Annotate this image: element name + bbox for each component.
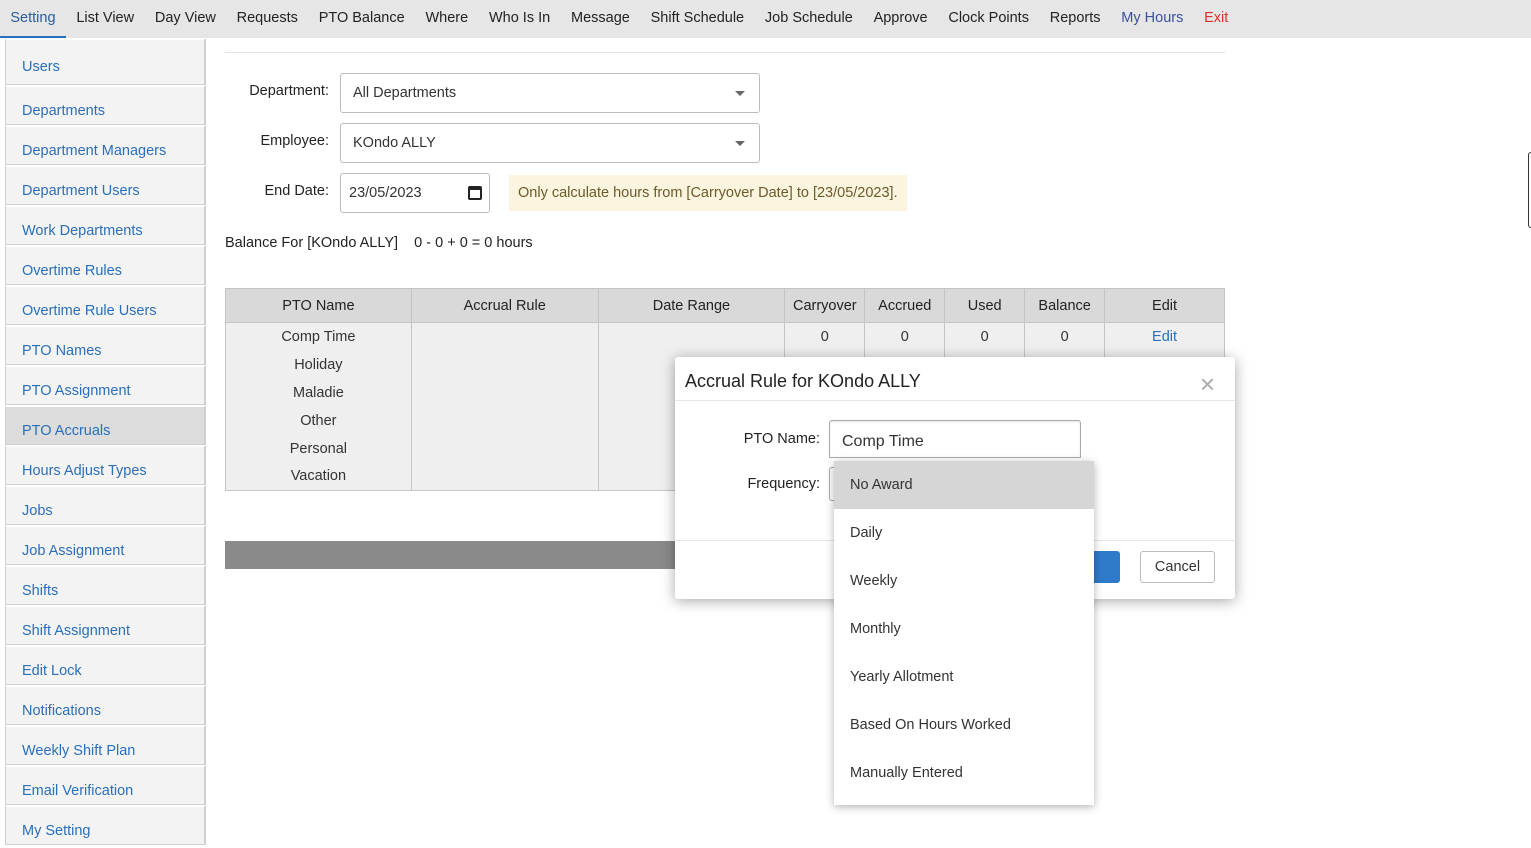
cell-accrual-rule xyxy=(410,322,599,351)
sidebar-item-department-users[interactable]: Department Users xyxy=(5,165,206,205)
sidebar-item-pto-names[interactable]: PTO Names xyxy=(5,325,206,365)
option-manually-entered[interactable]: Manually Entered xyxy=(834,749,1094,797)
department-select[interactable]: All Departments xyxy=(340,73,760,113)
col-header-edit: Edit xyxy=(1104,288,1225,323)
chevron-down-icon xyxy=(735,91,745,96)
close-icon[interactable]: × xyxy=(1200,371,1215,397)
sidebar-item-shift-assignment[interactable]: Shift Assignment xyxy=(5,605,206,645)
sidebar-item-department-managers[interactable]: Department Managers xyxy=(5,125,206,165)
balance-label: Balance For [KOndo ALLY] xyxy=(225,235,399,251)
sidebar-item-overtime-rules[interactable]: Overtime Rules xyxy=(5,245,206,285)
cell-pto-name: Holiday xyxy=(225,350,412,379)
sidebar-item-edit-lock[interactable]: Edit Lock xyxy=(5,645,206,685)
chevron-down-icon xyxy=(735,141,745,146)
col-header-date-range: Date Range xyxy=(597,288,786,323)
sidebar-item-notifications[interactable]: Notifications xyxy=(5,685,206,725)
cell-pto-name: Personal xyxy=(225,434,412,463)
employee-value: KOndo ALLY xyxy=(353,135,436,151)
nav-setting[interactable]: Setting xyxy=(0,0,66,38)
frequency-dropdown: No Award Daily Weekly Monthly Yearly All… xyxy=(834,461,1094,805)
cell-accrued: 0 xyxy=(864,322,946,351)
balance-formula: 0 - 0 + 0 = 0 hours xyxy=(414,235,533,251)
divider xyxy=(225,52,1225,53)
nav-shift-schedule[interactable]: Shift Schedule xyxy=(640,0,754,38)
department-label: Department: xyxy=(249,83,329,99)
pto-name-label: PTO Name: xyxy=(743,431,820,447)
option-no-award[interactable]: No Award xyxy=(834,461,1094,509)
pto-name-field[interactable]: Comp Time xyxy=(829,420,1081,458)
cell-accrual-rule xyxy=(410,406,599,435)
nav-day-view[interactable]: Day View xyxy=(144,0,226,38)
nav-my-hours[interactable]: My Hours xyxy=(1111,0,1194,38)
col-header-accrued: Accrued xyxy=(864,288,946,323)
end-date-label: End Date: xyxy=(264,183,330,199)
sidebar-item-work-departments[interactable]: Work Departments xyxy=(5,205,206,245)
modal-title: Accrual Rule for KOndo ALLY xyxy=(685,371,921,391)
cell-pto-name: Comp Time xyxy=(225,322,412,351)
sidebar-item-weekly-shift-plan[interactable]: Weekly Shift Plan xyxy=(5,725,206,765)
nav-approve[interactable]: Approve xyxy=(863,0,938,38)
nav-pto-balance[interactable]: PTO Balance xyxy=(308,0,415,38)
sidebar-item-shifts[interactable]: Shifts xyxy=(5,565,206,605)
date-note: Only calculate hours from [Carryover Dat… xyxy=(509,175,907,211)
cell-accrual-rule xyxy=(410,378,599,407)
cancel-button[interactable]: Cancel xyxy=(1140,551,1215,583)
col-header-carryover: Carryover xyxy=(784,288,866,323)
top-navigation: Setting List View Day View Requests PTO … xyxy=(0,0,1531,38)
department-value: All Departments xyxy=(353,85,457,101)
cell-pto-name: Maladie xyxy=(225,378,412,407)
cell-edit: Edit xyxy=(1104,322,1225,351)
end-date-value: 23/05/2023 xyxy=(349,185,422,201)
sidebar-item-pto-assignment[interactable]: PTO Assignment xyxy=(5,365,206,405)
option-weekly[interactable]: Weekly xyxy=(834,557,1094,605)
calendar-icon[interactable] xyxy=(468,186,482,200)
cell-carryover: 0 xyxy=(784,322,866,351)
end-date-input[interactable]: 23/05/2023 xyxy=(340,173,490,213)
nav-job-schedule[interactable]: Job Schedule xyxy=(755,0,864,38)
sidebar-item-overtime-rule-users[interactable]: Overtime Rule Users xyxy=(5,285,206,325)
nav-where[interactable]: Where xyxy=(415,0,479,38)
option-monthly[interactable]: Monthly xyxy=(834,605,1094,653)
cell-used: 0 xyxy=(944,322,1026,351)
sidebar-item-hours-adjust-types[interactable]: Hours Adjust Types xyxy=(5,445,206,485)
divider xyxy=(675,400,1235,401)
sidebar-item-departments[interactable]: Departments xyxy=(5,85,206,125)
option-based-on-hours-worked[interactable]: Based On Hours Worked xyxy=(834,701,1094,749)
sidebar-item-pto-accruals[interactable]: PTO Accruals xyxy=(5,405,206,445)
edit-link[interactable]: Edit xyxy=(1152,329,1177,345)
employee-select[interactable]: KOndo ALLY xyxy=(340,123,760,163)
sidebar-item-job-assignment[interactable]: Job Assignment xyxy=(5,525,206,565)
sidebar: Users Departments Department Managers De… xyxy=(5,38,206,848)
option-yearly-allotment[interactable]: Yearly Allotment xyxy=(834,653,1094,701)
cell-pto-name: Other xyxy=(225,406,412,435)
nav-message[interactable]: Message xyxy=(561,0,641,38)
nav-reports[interactable]: Reports xyxy=(1039,0,1111,38)
sidebar-item-my-setting[interactable]: My Setting xyxy=(5,805,206,845)
nav-exit[interactable]: Exit xyxy=(1194,0,1239,38)
option-daily[interactable]: Daily xyxy=(834,509,1094,557)
cell-date-range xyxy=(597,322,786,351)
cell-accrual-rule xyxy=(410,462,599,491)
nav-clock-points[interactable]: Clock Points xyxy=(938,0,1039,38)
employee-label: Employee: xyxy=(260,133,329,149)
sidebar-item-users[interactable]: Users xyxy=(5,38,206,85)
balance-summary: Balance For [KOndo ALLY] 0 - 0 + 0 = 0 h… xyxy=(225,235,533,251)
nav-list-view[interactable]: List View xyxy=(66,0,145,38)
cell-accrual-rule xyxy=(410,350,599,379)
table-row: Comp Time 0 0 0 0 Edit xyxy=(225,322,1225,351)
col-header-accrual-rule: Accrual Rule xyxy=(410,288,599,323)
sidebar-item-jobs[interactable]: Jobs xyxy=(5,485,206,525)
sidebar-item-email-verification[interactable]: Email Verification xyxy=(5,765,206,805)
cell-accrual-rule xyxy=(410,434,599,463)
cell-balance: 0 xyxy=(1024,322,1106,351)
col-header-pto-name: PTO Name xyxy=(225,288,412,323)
col-header-balance: Balance xyxy=(1024,288,1106,323)
nav-requests[interactable]: Requests xyxy=(226,0,308,38)
nav-who-is-in[interactable]: Who Is In xyxy=(479,0,561,38)
col-header-used: Used xyxy=(944,288,1026,323)
cell-pto-name: Vacation xyxy=(225,462,412,491)
table-header-row: PTO Name Accrual Rule Date Range Carryov… xyxy=(225,288,1225,323)
frequency-label: Frequency: xyxy=(747,476,820,492)
